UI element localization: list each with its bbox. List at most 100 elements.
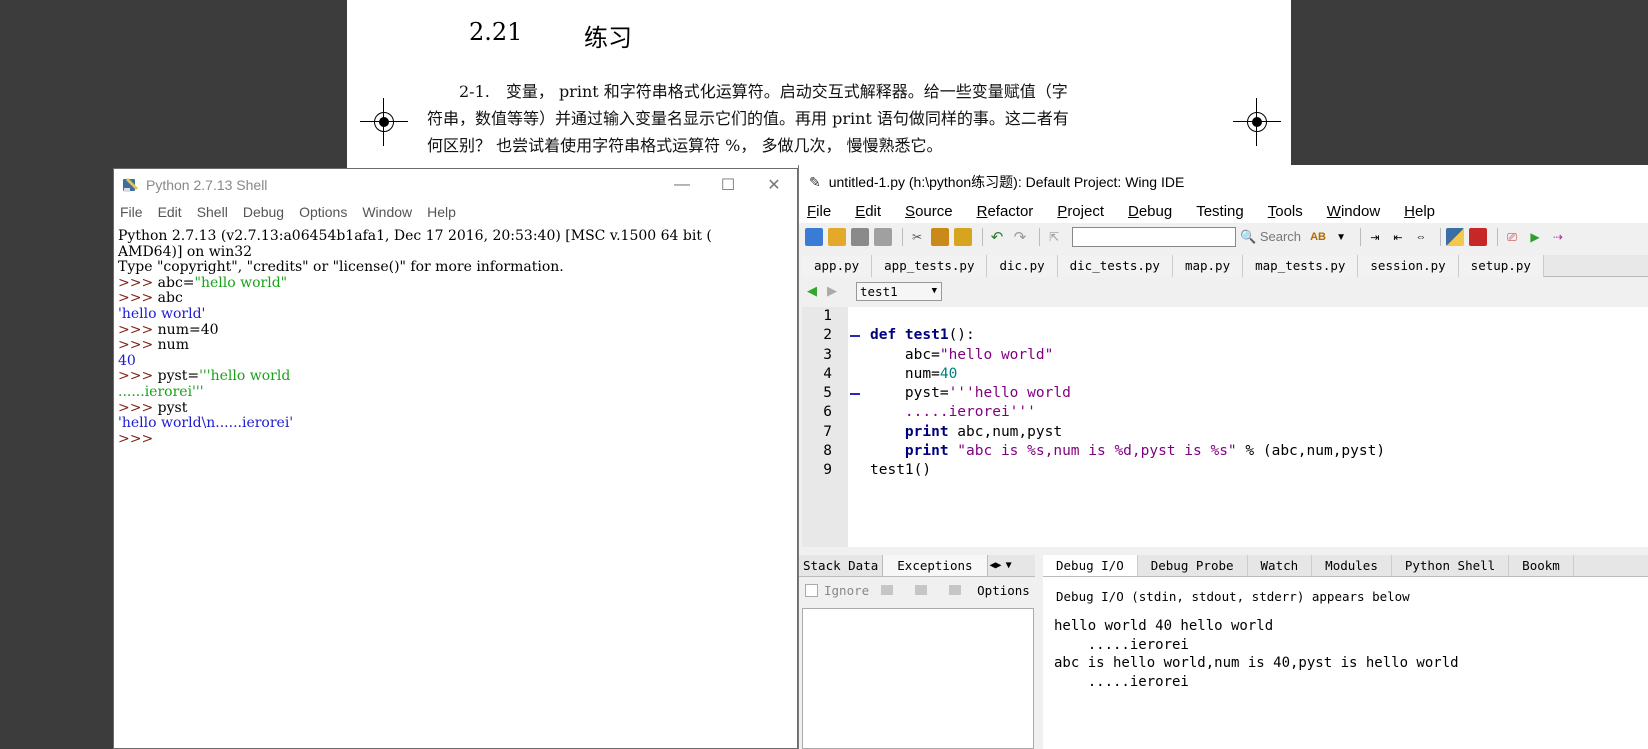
menu-refactor[interactable]: Refactor [977,203,1046,220]
code-line: pyst='''hello world [870,385,1071,402]
new-file-icon[interactable] [805,228,823,246]
tab-map-tests-py[interactable]: map_tests.py [1243,255,1359,277]
ignore-checkbox[interactable] [805,583,818,597]
breakpoint-icon[interactable]: ⎚ [1503,228,1521,246]
menu-source[interactable]: Source [905,203,965,220]
menu-file[interactable]: File [807,203,843,220]
menu-debug[interactable]: Debug [243,204,284,220]
menu-file[interactable]: File [120,204,143,220]
indent-to-match-icon[interactable]: ⇔ [1412,228,1430,246]
tab-setup-py[interactable]: setup.py [1458,255,1544,277]
chevron-down-icon[interactable]: ▼ [1004,555,1014,576]
python-icon[interactable] [1446,228,1465,246]
line-number: 6 [823,404,832,421]
menu-edit[interactable]: Edit [158,204,182,220]
section-number: 2.21 [469,18,523,46]
tab-dic-tests-py[interactable]: dic_tests.py [1057,255,1173,277]
menu-debug[interactable]: Debug [1128,203,1184,220]
spellcheck-icon[interactable]: AB [1309,228,1327,246]
export-icon[interactable] [949,585,962,595]
paste-icon[interactable] [954,228,972,246]
run-icon[interactable]: ▶ [1526,228,1544,246]
code-line: abc="hello world" [870,346,1054,363]
tab-scroll-icon[interactable]: ◀▶ [988,555,1004,576]
tab-bookmarks[interactable]: Bookm [1509,555,1574,576]
code-text[interactable]: def test1(): abc="hello world" num=40 py… [870,307,1385,481]
chevron-down-icon[interactable]: ▼ [1332,228,1350,246]
tab-debug-probe[interactable]: Debug Probe [1138,555,1248,576]
indent-icon[interactable]: ⇥ [1366,228,1384,246]
tab-exceptions[interactable]: Exceptions [882,555,988,576]
exercise-paragraph: 2-1. 变量， print 和字符串格式化运算符。启动交互式解释器。给一些变量… [427,78,1217,159]
clear-icon[interactable] [881,585,894,595]
menu-edit[interactable]: Edit [855,203,893,220]
tab-watch[interactable]: Watch [1248,555,1313,576]
copy-icon[interactable] [931,228,949,246]
python-idle-icon [123,178,138,192]
copy-icon[interactable] [915,585,928,595]
minimize-button[interactable]: — [659,169,705,201]
menu-window[interactable]: Window [1327,203,1392,220]
open-folder-icon[interactable] [828,228,846,246]
tab-python-shell[interactable]: Python Shell [1392,555,1510,576]
output-line: .....ierorei [1054,673,1189,690]
save-icon[interactable] [851,228,869,246]
line-number: 9 [823,462,832,479]
step-icon[interactable]: ⇢ [1549,228,1567,246]
tab-map-py[interactable]: map.py [1172,255,1244,277]
menu-help[interactable]: Help [1404,203,1447,220]
menu-tools[interactable]: Tools [1268,203,1315,220]
search-input[interactable] [1072,227,1236,247]
tab-app-tests-py[interactable]: app_tests.py [872,255,988,277]
wing-title: untitled-1.py (h:\python练习题): Default Pr… [828,174,1185,190]
console-prompt[interactable]: >>> [118,431,793,448]
goto-definition-icon[interactable]: ⇱ [1045,228,1063,246]
outdent-icon[interactable]: ⇤ [1389,228,1407,246]
cut-icon[interactable]: ✂ [908,228,926,246]
menu-shell[interactable]: Shell [197,204,228,220]
exceptions-list[interactable] [802,608,1034,749]
forward-arrow-icon[interactable]: ▶ [822,283,842,299]
fold-marker-icon[interactable] [850,393,860,395]
wing-menubar: File Edit Source Refactor Project Debug … [799,199,1648,223]
close-button[interactable]: ✕ [751,169,797,201]
tab-dic-py[interactable]: dic.py [987,255,1058,277]
fold-marker-icon[interactable] [850,335,860,337]
maximize-button[interactable]: ☐ [705,169,751,201]
console-line: >>> num=40 [118,321,219,338]
console-line: >>> abc="hello world" [118,274,288,291]
save-all-icon[interactable] [874,228,892,246]
search-label: 🔍 Search [1240,229,1302,244]
tab-app-py[interactable]: app.py [802,255,873,277]
function-select[interactable]: test1 ▼ [856,281,942,301]
menu-options[interactable]: Options [299,204,347,220]
console-output: 'hello world' [118,305,206,322]
menu-help[interactable]: Help [427,204,456,220]
wing-titlebar[interactable]: ✎ untitled-1.py (h:\python练习题): Default … [799,165,1648,199]
console-line: >>> pyst='''hello world [118,368,291,385]
redo-icon[interactable]: ↷ [1011,228,1029,246]
menu-testing[interactable]: Testing [1196,203,1256,220]
bottom-left-tabs: Stack Data Exceptions ◀▶ ▼ [799,555,1035,577]
paragraph-line: 何区别？ 也尝试着使用字符串格式运算符 %， 多做几次， 慢慢熟悉它。 [427,136,943,155]
pdf-icon[interactable] [1469,228,1488,246]
debug-output[interactable]: hello world 40 hello world .....ierorei a… [1054,617,1459,691]
console-line: >>> abc [118,290,183,307]
menu-window[interactable]: Window [362,204,412,220]
bottom-right-tabs: Debug I/O Debug Probe Watch Modules Pyth… [1043,555,1648,577]
shell-title: Python 2.7.13 Shell [146,177,268,193]
tab-debug-io[interactable]: Debug I/O [1043,555,1138,576]
options-button[interactable]: Options [977,583,1030,598]
tab-modules[interactable]: Modules [1312,555,1392,576]
shell-console[interactable]: Python 2.7.13 (v2.7.13:a06454b1afa1, Dec… [118,228,793,448]
back-arrow-icon[interactable]: ◀ [802,283,822,299]
code-editor[interactable]: 1 2 3 4 5 6 7 8 9 def test1(): abc="hell… [802,307,1648,547]
console-line: ......ierorei''' [118,383,204,400]
undo-icon[interactable]: ↶ [988,228,1006,246]
exception-options: Ignore Options [799,577,1035,603]
menu-project[interactable]: Project [1057,203,1116,220]
debug-io-panel: Debug I/O Debug Probe Watch Modules Pyth… [1043,555,1648,749]
shell-titlebar[interactable]: Python 2.7.13 Shell — ☐ ✕ [114,169,797,201]
tab-stack-data[interactable]: Stack Data [799,555,882,576]
tab-session-py[interactable]: session.py [1358,255,1459,277]
